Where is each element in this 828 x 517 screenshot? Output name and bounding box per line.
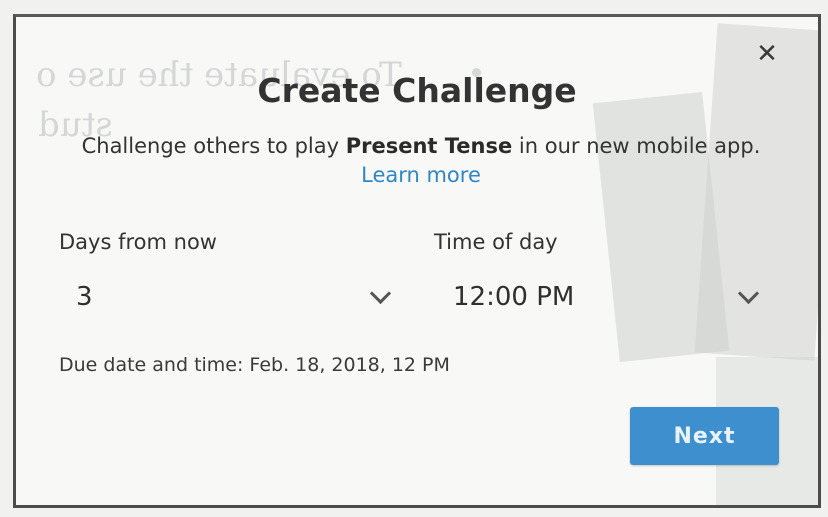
chevron-down-icon [369, 282, 392, 304]
create-challenge-dialog: ✕ Create Challenge Challenge others to p… [16, 17, 818, 505]
days-label: Days from now [59, 230, 217, 254]
learn-more-link[interactable]: Learn more [361, 163, 481, 187]
time-select[interactable]: 12:00 PM [453, 275, 760, 319]
next-button[interactable]: Next [630, 407, 779, 465]
close-icon[interactable]: ✕ [752, 39, 782, 69]
due-date-text: Due date and time: Feb. 18, 2018, 12 PM [59, 354, 450, 376]
days-select[interactable]: 3 [76, 275, 392, 319]
dialog-description: Challenge others to play Present Tense i… [66, 132, 776, 190]
time-label: Time of day [434, 230, 558, 254]
days-value: 3 [76, 282, 93, 312]
description-prefix: Challenge others to play [81, 134, 346, 158]
chevron-down-icon [737, 282, 760, 304]
dialog-title: Create Challenge [257, 71, 577, 110]
game-name: Present Tense [345, 134, 513, 158]
description-suffix: in our new mobile app. [512, 134, 761, 158]
screen-frame: To evaluate the use o stud ✕ Create Chal… [13, 14, 821, 508]
time-value: 12:00 PM [453, 282, 575, 312]
